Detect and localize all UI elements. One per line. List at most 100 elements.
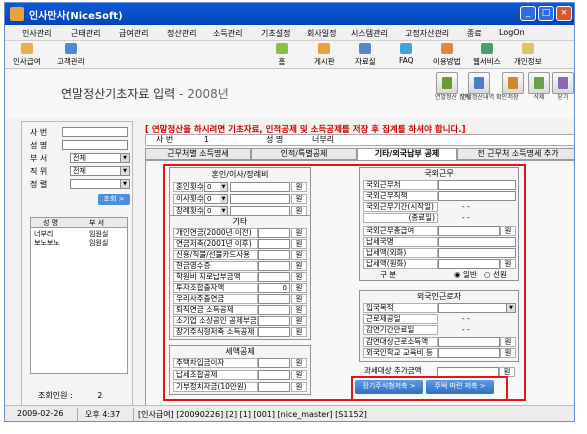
employee-id-label: 사 번 [30,128,48,137]
save-button[interactable]: 저장 [501,72,525,101]
title-bar: 인사만사(NiceSoft) _ □ × [5,3,574,25]
check-icon [474,77,484,89]
result-count-label: 조회인원 : [38,391,73,400]
save-label: 저장 [507,94,519,101]
position-select[interactable]: 전체 ▼ [70,166,130,176]
department-select-value: 전체 [73,154,86,162]
toolbar-customer[interactable]: 고객관리 [57,43,85,67]
settlement-check-label: 연말정산내역 확인 [461,94,508,101]
delete-label: 삭제 [533,94,545,101]
menu-fixed-assets[interactable]: 고정자산관리 [405,28,449,39]
employee-name-label: 성 명 [266,135,284,144]
list-item[interactable]: 보노보노 임원실 [31,238,127,247]
list-item[interactable]: 너부리 임원실 [31,229,127,238]
toolbar-board-label: 게시판 [314,57,335,66]
close-icon [558,77,568,89]
app-icon [10,7,24,21]
position-select-value: 전체 [73,167,86,175]
page-title-year: - 2008년 [179,87,229,101]
archive-icon [359,43,372,54]
toolbar-archive-label: 자료실 [355,57,376,66]
close-window-button[interactable]: × [556,6,572,21]
menu-logon[interactable]: LogOn [499,28,525,37]
position-label: 직 위 [30,167,48,176]
menu-income[interactable]: 소득관리 [213,28,242,39]
employee-name-value: 너부리 [312,135,335,144]
tab-other-foreign-deduction[interactable]: 기타/외국납부 공제 [357,148,457,160]
toolbar-personal-info-label: 개인정보 [514,57,542,66]
menu-hr[interactable]: 인사관리 [22,28,51,39]
maximize-button[interactable]: □ [538,6,554,21]
toolbar-faq-label: FAQ [399,56,414,65]
menu-settlement[interactable]: 정산관리 [167,28,196,39]
toolbar: 인사급여 고객관리 홈 게시판 자료실 FAQ 이용방법 웹서비스 개인정보 [5,41,574,69]
employee-list: 성 명 부 서 너부리 임원실 보노보노 임원실 [30,217,128,374]
result-count-value: 2 [97,391,103,400]
search-button[interactable]: 조회 > [98,194,130,205]
toolbar-archive[interactable]: 자료실 [355,43,376,67]
minimize-button[interactable]: _ [520,6,536,21]
toolbar-home-label: 홈 [278,57,286,66]
menu-attendance[interactable]: 근태관리 [71,28,100,39]
menu-payroll[interactable]: 급여관리 [119,28,148,39]
customer-icon [64,43,77,54]
employee-id-input[interactable] [62,127,128,137]
settlement-check-button[interactable]: 연말정산내역 확인 [461,72,508,101]
toolbar-web-service-label: 웹서비스 [473,57,501,66]
list-item-name: 보노보노 [34,239,60,247]
close-button[interactable]: 닫기 [551,72,574,101]
status-divider [133,408,134,421]
highlight-buttons-frame [351,376,508,401]
employee-name-label: 성 명 [30,141,48,150]
trash-icon [534,77,544,89]
tab-bar: 근무처별 소득명세 인적/특별공제 기타/외국납부 공제 전 근무처 소득명세 … [145,148,574,160]
page-title-text: 연말정산기초자료 입력 [61,87,176,101]
toolbar-guide-label: 이용방법 [433,57,461,66]
department-label: 부 서 [30,154,48,163]
menu-exit[interactable]: 종료 [467,28,482,39]
status-info: [인사급여] [20090226] [2] [1] [001] [nice_ma… [138,410,367,419]
list-item-dept: 임원실 [89,239,109,247]
toolbar-guide[interactable]: 이용방법 [433,43,461,67]
status-time: 오후 4:37 [85,410,121,419]
tab-personal-deduction[interactable]: 인적/특별공제 [251,148,357,160]
tab-previous-workplace[interactable]: 전 근무처 소득명세 추가 [457,148,574,160]
status-bar: 2009-02-26 오후 4:37 [인사급여] [20090226] [2]… [5,405,574,421]
status-divider [77,408,78,421]
home-icon [276,43,288,54]
status-date: 2009-02-26 [17,409,64,418]
employee-info: 사 번 1 성 명 너부리 [145,134,574,146]
employee-list-header: 성 명 부 서 [31,218,127,228]
delete-button[interactable]: 삭제 [527,72,551,101]
faq-icon [400,43,413,54]
result-count: 조회인원 : 2 [38,390,102,401]
menu-bar: 인사관리 근태관리 급여관리 정산관리 소득관리 기초설정 회사일정 시스템관리… [5,25,574,41]
col-name-header: 성 명 [43,219,59,227]
page-header: 연말정산기초자료 입력 - 2008년 연말정산 집계 연말정산내역 확인 저장… [5,70,574,118]
employee-id-value: 1 [204,135,210,144]
page-title: 연말정산기초자료 입력 - 2008년 [61,85,229,102]
toolbar-hr-payroll-label: 인사급여 [13,57,41,66]
chevron-down-icon: ▼ [120,180,129,188]
toolbar-web-service[interactable]: 웹서비스 [473,43,501,67]
settlement-calc-button[interactable]: 연말정산 집계 [435,72,470,101]
toolbar-home[interactable]: 홈 [276,43,288,67]
sort-select[interactable]: ▼ [70,179,130,189]
employee-name-input[interactable] [62,140,128,150]
save-icon [508,77,518,89]
toolbar-faq[interactable]: FAQ [399,43,414,65]
tab-workplace-income[interactable]: 근무처별 소득명세 [145,148,251,160]
search-panel: 사 번 성 명 부 서 전체 ▼ 직 위 전체 ▼ 정 렬 ▼ 조회 > 성 명… [21,121,133,406]
menu-base-settings[interactable]: 기초설정 [261,28,290,39]
department-select[interactable]: 전체 ▼ [70,153,130,163]
toolbar-hr-payroll[interactable]: 인사급여 [13,43,41,67]
toolbar-customer-label: 고객관리 [57,57,85,66]
menu-schedule[interactable]: 회사일정 [307,28,336,39]
calc-icon [442,77,452,89]
highlight-frame [163,164,526,401]
app-window: 인사만사(NiceSoft) _ □ × 인사관리 근태관리 급여관리 정산관리… [4,2,575,422]
menu-system[interactable]: 시스템관리 [351,28,388,39]
toolbar-personal-info[interactable]: 개인정보 [514,43,542,67]
toolbar-board[interactable]: 게시판 [314,43,335,67]
personal-icon [521,43,534,54]
